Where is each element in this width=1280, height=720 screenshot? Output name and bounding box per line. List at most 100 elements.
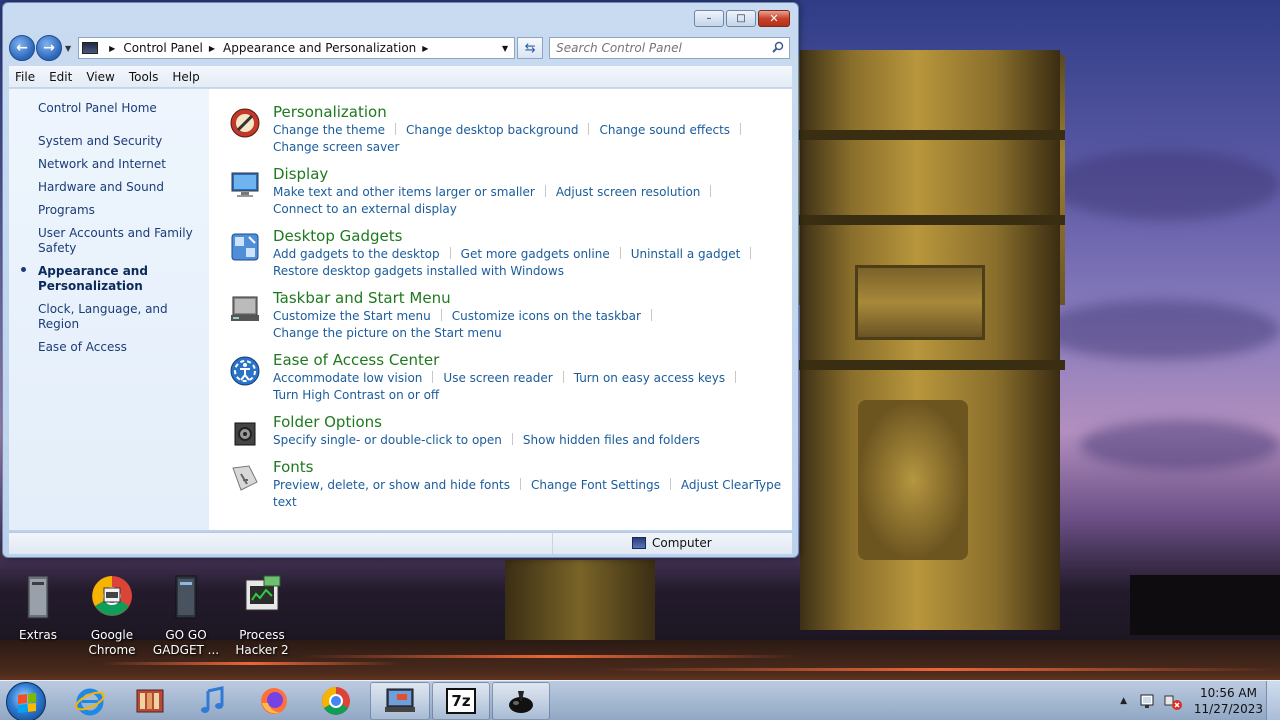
back-arrow-icon: ← bbox=[16, 40, 28, 56]
category-fonts: Fonts Preview, delete, or show and hide … bbox=[229, 458, 792, 511]
menu-view[interactable]: View bbox=[86, 70, 114, 84]
link-hidden-files[interactable]: Show hidden files and folders bbox=[523, 433, 700, 447]
breadcrumb-separator-icon[interactable]: ▶ bbox=[422, 44, 428, 53]
fonts-icon bbox=[232, 465, 258, 491]
category-title[interactable]: Fonts bbox=[273, 458, 792, 476]
status-location-label: Computer bbox=[652, 536, 712, 550]
taskbar-itunes[interactable] bbox=[184, 682, 240, 720]
minimize-button[interactable]: – bbox=[694, 10, 724, 27]
maximize-button[interactable]: □ bbox=[726, 10, 756, 27]
link-single-double-click[interactable]: Specify single- or double-click to open bbox=[273, 433, 502, 447]
content-area: Control Panel Home System and Security N… bbox=[9, 89, 792, 530]
control-panel-window[interactable]: – □ ✕ ← → ▼ ▶ Control Panel ▶ Appearance… bbox=[2, 2, 799, 558]
link-access-keys[interactable]: Turn on easy access keys bbox=[574, 371, 725, 385]
recent-pages-chevron-down-icon[interactable]: ▼ bbox=[65, 44, 71, 53]
breadcrumb-separator-icon[interactable]: ▶ bbox=[209, 44, 215, 53]
sidebar-item-programs[interactable]: Programs bbox=[38, 203, 198, 218]
display-icon bbox=[231, 172, 259, 197]
sidebar-item-clock-language[interactable]: Clock, Language, and Region bbox=[38, 302, 198, 332]
folder-options-icon bbox=[234, 422, 256, 446]
link-high-contrast[interactable]: Turn High Contrast on or off bbox=[273, 388, 439, 402]
desktop-icon-process-hacker[interactable]: Process Hacker 2 bbox=[224, 574, 300, 658]
search-icon[interactable] bbox=[772, 41, 784, 53]
link-desktop-background[interactable]: Change desktop background bbox=[406, 123, 578, 137]
category-personalization: Personalization Change the theme Change d… bbox=[229, 103, 792, 156]
search-box[interactable] bbox=[549, 37, 791, 59]
category-title[interactable]: Folder Options bbox=[273, 413, 792, 431]
status-bar: Computer bbox=[9, 532, 792, 554]
windows-logo-icon bbox=[18, 693, 36, 713]
desktop-icon-gogogadget[interactable]: GO GO GADGET ... bbox=[148, 574, 224, 658]
action-center-flag-icon[interactable] bbox=[1139, 692, 1157, 710]
show-hidden-icons-chevron-up-icon[interactable]: ▲ bbox=[1120, 696, 1127, 706]
start-button[interactable] bbox=[6, 682, 46, 720]
refresh-button[interactable]: ⇆ bbox=[517, 37, 544, 59]
minimize-icon: – bbox=[706, 12, 712, 24]
taskbar-7zip[interactable]: 7z bbox=[432, 682, 490, 720]
sidebar-item-home[interactable]: Control Panel Home bbox=[38, 101, 198, 116]
sidebar: Control Panel Home System and Security N… bbox=[9, 89, 209, 530]
menu-help[interactable]: Help bbox=[172, 70, 199, 84]
link-uninstall-gadget[interactable]: Uninstall a gadget bbox=[631, 247, 741, 261]
back-button[interactable]: ← bbox=[9, 35, 35, 61]
link-low-vision[interactable]: Accommodate low vision bbox=[273, 371, 422, 385]
active-bullet-icon bbox=[21, 267, 26, 272]
ease-of-access-icon bbox=[230, 356, 260, 386]
desktop-icon-label: Extras bbox=[19, 628, 57, 642]
menu-edit[interactable]: Edit bbox=[49, 70, 72, 84]
link-screen-saver[interactable]: Change screen saver bbox=[273, 140, 400, 154]
link-text-size[interactable]: Make text and other items larger or smal… bbox=[273, 185, 535, 199]
breadcrumb-appearance[interactable]: Appearance and Personalization bbox=[223, 41, 416, 55]
desktop-icon-extras[interactable]: Extras bbox=[0, 574, 76, 643]
sidebar-item-network[interactable]: Network and Internet bbox=[38, 157, 198, 172]
link-preview-fonts[interactable]: Preview, delete, or show and hide fonts bbox=[273, 478, 510, 492]
category-list: Personalization Change the theme Change d… bbox=[209, 89, 792, 530]
breadcrumb-separator-icon[interactable]: ▶ bbox=[109, 44, 115, 53]
address-bar[interactable]: ▶ Control Panel ▶ Appearance and Persona… bbox=[78, 37, 516, 59]
taskbar-gadget[interactable] bbox=[492, 682, 550, 720]
link-start-picture[interactable]: Change the picture on the Start menu bbox=[273, 326, 502, 340]
link-more-gadgets[interactable]: Get more gadgets online bbox=[461, 247, 610, 261]
link-restore-gadgets[interactable]: Restore desktop gadgets installed with W… bbox=[273, 264, 564, 278]
menu-file[interactable]: File bbox=[15, 70, 35, 84]
link-customize-taskbar-icons[interactable]: Customize icons on the taskbar bbox=[452, 309, 641, 323]
link-sound-effects[interactable]: Change sound effects bbox=[599, 123, 730, 137]
link-customize-start[interactable]: Customize the Start menu bbox=[273, 309, 431, 323]
link-screen-reader[interactable]: Use screen reader bbox=[443, 371, 552, 385]
category-title[interactable]: Display bbox=[273, 165, 792, 183]
taskbar-media-library[interactable] bbox=[122, 682, 178, 720]
link-screen-resolution[interactable]: Adjust screen resolution bbox=[556, 185, 701, 199]
category-folder-options: Folder Options Specify single- or double… bbox=[229, 413, 792, 449]
server-tower-icon bbox=[27, 575, 49, 619]
taskbar-control-panel[interactable] bbox=[370, 682, 430, 720]
forward-button[interactable]: → bbox=[36, 35, 62, 61]
gadgets-icon bbox=[231, 233, 259, 261]
system-tray: ▲ 10:56 AM 11/27/2023 bbox=[1120, 681, 1280, 720]
address-dropdown-chevron-down-icon[interactable]: ▼ bbox=[502, 44, 508, 53]
network-disconnected-icon[interactable] bbox=[1163, 692, 1183, 710]
category-title[interactable]: Personalization bbox=[273, 103, 792, 121]
close-button[interactable]: ✕ bbox=[758, 10, 790, 27]
sidebar-item-system-security[interactable]: System and Security bbox=[38, 134, 198, 149]
link-change-theme[interactable]: Change the theme bbox=[273, 123, 385, 137]
link-external-display[interactable]: Connect to an external display bbox=[273, 202, 457, 216]
menu-tools[interactable]: Tools bbox=[129, 70, 159, 84]
sidebar-item-ease-of-access[interactable]: Ease of Access bbox=[38, 340, 198, 355]
sidebar-item-hardware[interactable]: Hardware and Sound bbox=[38, 180, 198, 195]
taskbar-chrome[interactable] bbox=[308, 682, 364, 720]
search-input[interactable] bbox=[556, 41, 757, 55]
category-desktop-gadgets: Desktop Gadgets Add gadgets to the deskt… bbox=[229, 227, 792, 280]
sidebar-item-user-accounts[interactable]: User Accounts and Family Safety bbox=[38, 226, 198, 256]
show-desktop-button[interactable] bbox=[1266, 681, 1280, 720]
taskbar-internet-explorer[interactable] bbox=[62, 682, 118, 720]
taskbar-firefox[interactable] bbox=[246, 682, 302, 720]
link-add-gadgets[interactable]: Add gadgets to the desktop bbox=[273, 247, 440, 261]
desktop-icon-google-chrome[interactable]: Google Chrome bbox=[74, 574, 150, 658]
breadcrumb-control-panel[interactable]: Control Panel bbox=[123, 41, 203, 55]
category-title[interactable]: Desktop Gadgets bbox=[273, 227, 792, 245]
category-title[interactable]: Taskbar and Start Menu bbox=[273, 289, 792, 307]
category-title[interactable]: Ease of Access Center bbox=[273, 351, 792, 369]
system-clock[interactable]: 10:56 AM 11/27/2023 bbox=[1191, 685, 1266, 717]
link-font-settings[interactable]: Change Font Settings bbox=[531, 478, 660, 492]
clock-date: 11/27/2023 bbox=[1193, 702, 1264, 716]
